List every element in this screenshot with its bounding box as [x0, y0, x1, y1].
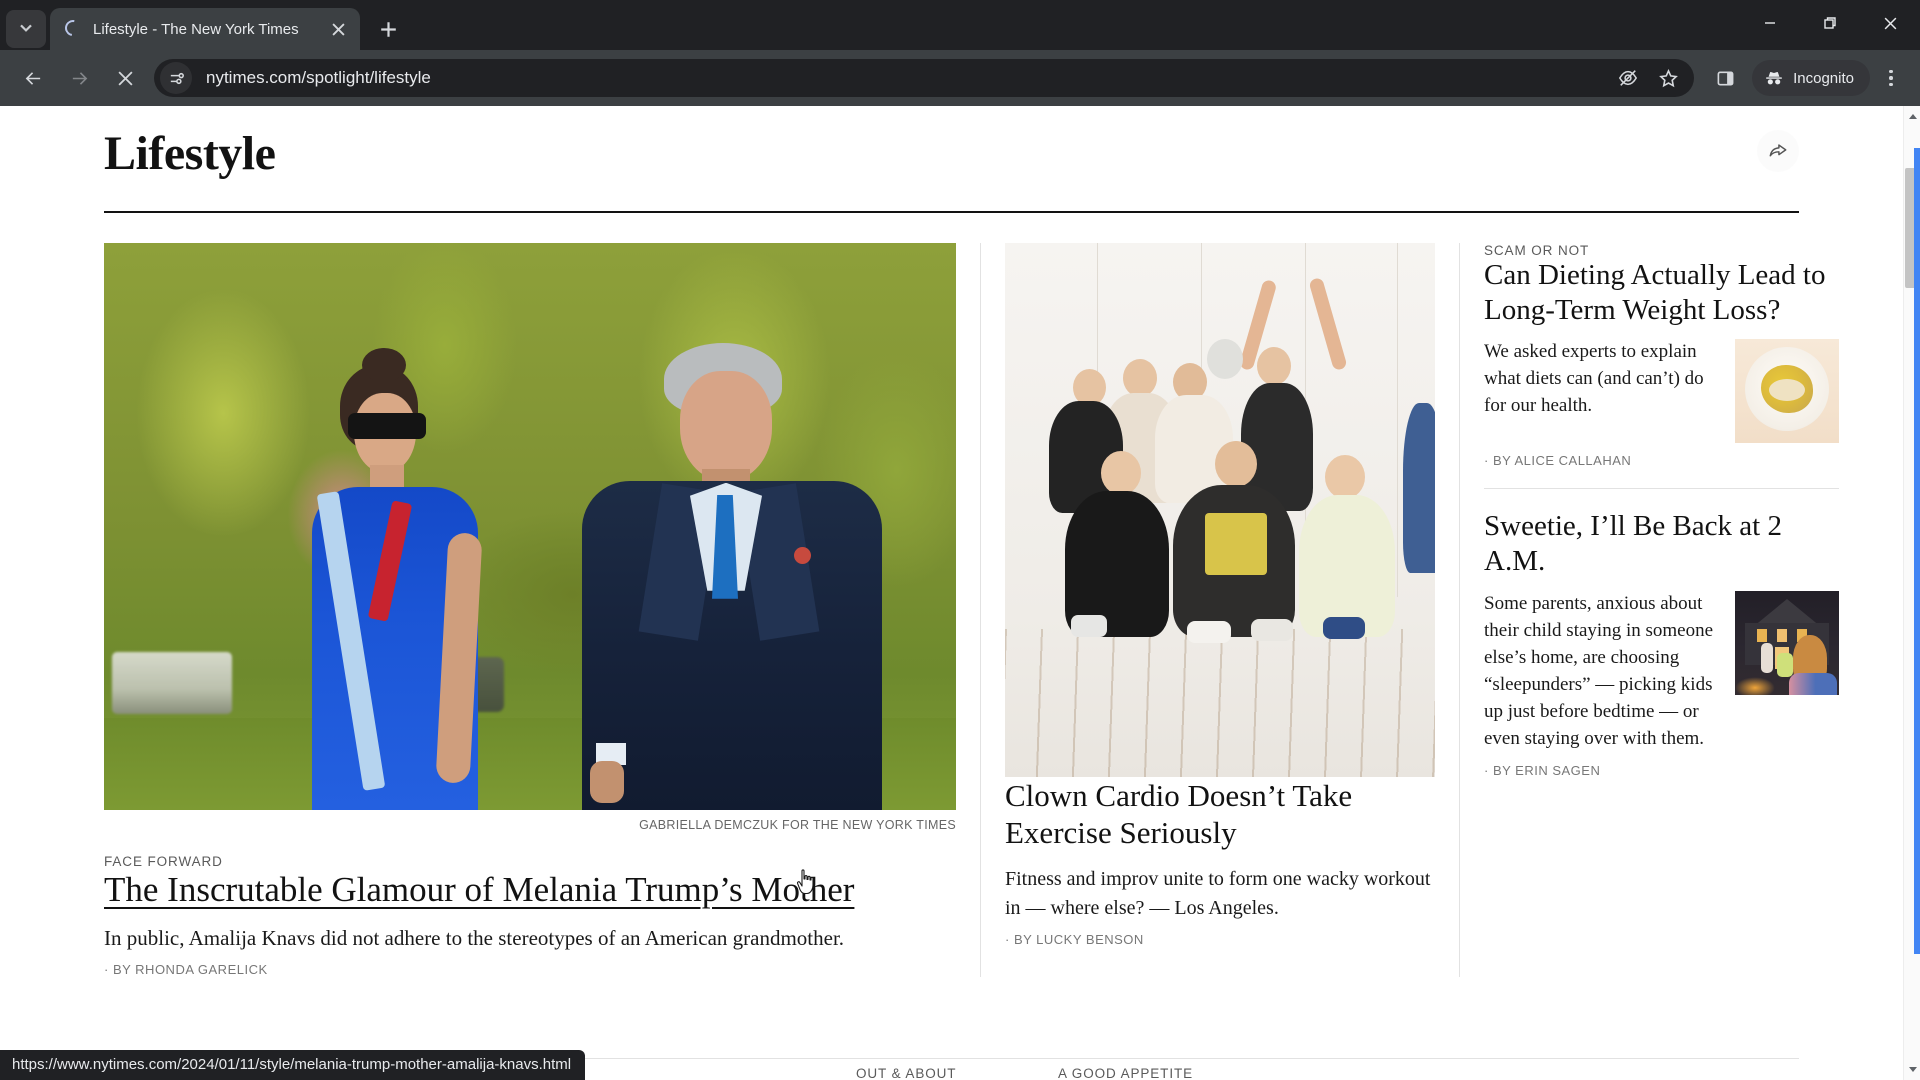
right-article-1[interactable]: SCAM OR NOT Can Dieting Actually Lead to…: [1484, 242, 1839, 468]
right-headline-1[interactable]: Can Dieting Actually Lead to Long-Term W…: [1484, 259, 1825, 326]
maximize-restore-button[interactable]: [1800, 0, 1860, 46]
omnibox-actions: [1608, 61, 1688, 95]
incognito-indicator[interactable]: Incognito: [1752, 60, 1870, 96]
side-panel-icon[interactable]: [1705, 58, 1745, 98]
chevron-down-icon: [20, 24, 32, 32]
address-bar[interactable]: nytimes.com/spotlight/lifestyle: [154, 59, 1695, 97]
kebab-menu-icon[interactable]: [1872, 59, 1910, 97]
status-bar-url: https://www.nytimes.com/2024/01/11/style…: [0, 1050, 586, 1080]
right-summary-1: We asked experts to explain what diets c…: [1484, 341, 1704, 417]
url-text[interactable]: nytimes.com/spotlight/lifestyle: [192, 68, 1608, 88]
focus-highlight-bar: [1914, 148, 1920, 954]
column-divider-1: [980, 242, 981, 978]
scroll-up-button[interactable]: [1904, 108, 1920, 125]
image-credit: GABRIELLA DEMCZUK FOR THE NEW YORK TIMES: [639, 817, 956, 832]
back-arrow-icon[interactable]: [13, 58, 53, 98]
right-column: SCAM OR NOT Can Dieting Actually Lead to…: [1484, 243, 1839, 978]
hero-kicker: FACE FORWARD: [104, 853, 223, 869]
tab-search-button[interactable]: [6, 10, 46, 48]
loading-spinner-icon: [61, 16, 85, 40]
page-header: Lifestyle: [104, 106, 1799, 213]
right-byline-1: By ALICE CALLAHAN: [1484, 453, 1839, 468]
window-controls: [1740, 0, 1920, 46]
close-icon[interactable]: [326, 17, 350, 41]
tab-title: Lifestyle - The New York Times: [93, 20, 299, 38]
tab-strip: Lifestyle - The New York Times: [0, 0, 1920, 50]
middle-byline: By LUCKY BENSON: [1005, 932, 1435, 947]
hero-image[interactable]: [104, 242, 956, 810]
right-byline-2: By ERIN SAGEN: [1484, 763, 1839, 778]
incognito-icon: [1766, 72, 1783, 85]
middle-image[interactable]: [1005, 242, 1435, 777]
title-divider: [104, 210, 1799, 213]
articles-grid: GABRIELLA DEMCZUK FOR THE NEW YORK TIMES…: [104, 242, 1839, 978]
right-article-2[interactable]: Sweetie, I’ll Be Back at 2 A.M. Some par…: [1484, 488, 1839, 778]
bottom-kicker-2: A GOOD APPETITE: [1058, 1066, 1194, 1080]
right-thumbnail-2[interactable]: [1735, 590, 1839, 695]
right-thumbnail-1[interactable]: [1735, 339, 1839, 444]
tune-settings-icon[interactable]: [160, 62, 192, 94]
right-headline-2[interactable]: Sweetie, I’ll Be Back at 2 A.M.: [1484, 510, 1782, 577]
browser-toolbar: nytimes.com/spotlight/lifestyle Incognit…: [0, 50, 1920, 106]
new-tab-button[interactable]: [370, 11, 406, 47]
browser-window: Lifestyle - The New York Times nytimes.c…: [0, 0, 1920, 1080]
right-summary-2: Some parents, anxious about their child …: [1484, 592, 1714, 749]
page-viewport: Lifestyle GABRIELLA DEMCZUK FOR THE NEW …: [0, 106, 1920, 1080]
column-divider-2: [1459, 242, 1460, 978]
nyt-lifestyle-page: Lifestyle GABRIELLA DEMCZUK FOR THE NEW …: [0, 106, 1903, 1080]
page-title: Lifestyle: [104, 127, 276, 180]
middle-summary: Fitness and improv unite to form one wac…: [1005, 868, 1431, 919]
middle-headline[interactable]: Clown Cardio Doesn’t Take Exercise Serio…: [1005, 778, 1352, 850]
stop-loading-icon[interactable]: [105, 58, 145, 98]
middle-article[interactable]: Clown Cardio Doesn’t Take Exercise Serio…: [1005, 242, 1435, 978]
incognito-label: Incognito: [1793, 69, 1854, 87]
minimize-button[interactable]: [1740, 0, 1800, 46]
hero-headline[interactable]: The Inscrutable Glamour of Melania Trump…: [104, 870, 854, 909]
star-icon[interactable]: [1651, 61, 1685, 95]
close-window-button[interactable]: [1860, 0, 1920, 46]
hero-article[interactable]: GABRIELLA DEMCZUK FOR THE NEW YORK TIMES…: [104, 242, 956, 977]
share-button[interactable]: [1757, 130, 1799, 172]
eye-off-icon[interactable]: [1611, 61, 1645, 95]
scroll-down-button[interactable]: [1904, 1061, 1920, 1078]
right-kicker-1: SCAM OR NOT: [1484, 242, 1590, 258]
hero-summary: In public, Amalija Knavs did not adhere …: [104, 926, 845, 951]
forward-arrow-icon[interactable]: [59, 58, 99, 98]
share-arrow-icon: [1769, 144, 1787, 157]
browser-tab[interactable]: Lifestyle - The New York Times: [50, 8, 360, 50]
hero-byline: By RHONDA GARELICK: [104, 962, 956, 977]
